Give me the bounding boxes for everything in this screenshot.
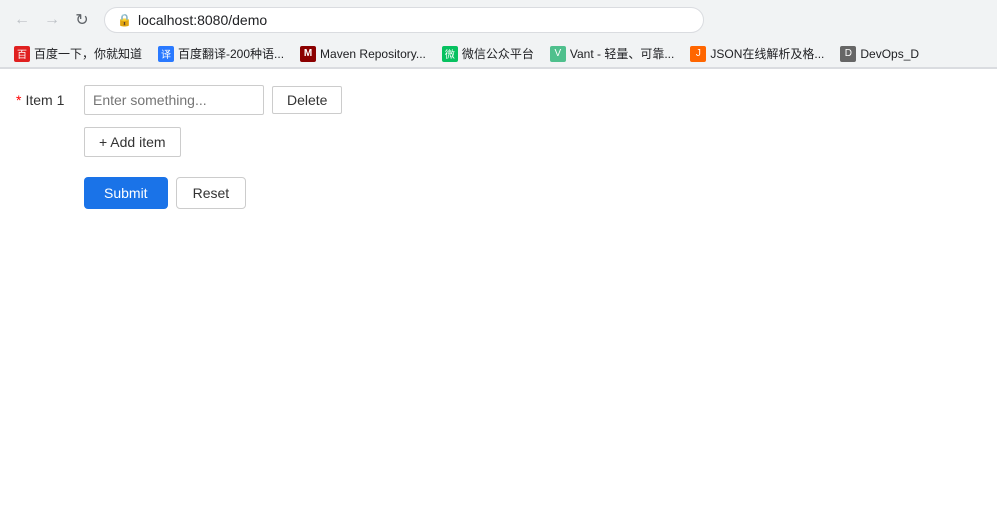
item-label: * Item 1 <box>16 92 76 108</box>
refresh-button[interactable]: ↻ <box>68 6 96 34</box>
bookmark-label: JSON在线解析及格... <box>710 45 824 62</box>
submit-button[interactable]: Submit <box>84 177 168 209</box>
bookmark-label: Maven Repository... <box>320 47 426 61</box>
bookmark-translate[interactable]: 译 百度翻译-200种语... <box>152 42 290 65</box>
bookmark-maven[interactable]: M Maven Repository... <box>294 43 432 65</box>
bookmark-favicon: J <box>690 46 706 62</box>
bookmark-favicon: V <box>550 46 566 62</box>
add-item-container: + Add item <box>84 127 981 157</box>
bookmark-label: 百度一下，你就知道 <box>34 45 142 62</box>
bookmark-label: Vant - 轻量、可靠... <box>570 45 674 62</box>
delete-button[interactable]: Delete <box>272 86 342 114</box>
bookmark-devops[interactable]: D DevOps_D <box>834 43 925 65</box>
bookmark-label: DevOps_D <box>860 47 919 61</box>
lock-icon: 🔒 <box>117 13 132 27</box>
reset-button[interactable]: Reset <box>176 177 247 209</box>
bookmarks-bar: 百 百度一下，你就知道 译 百度翻译-200种语... M Maven Repo… <box>0 40 997 68</box>
required-star: * <box>16 92 21 108</box>
bookmark-json[interactable]: J JSON在线解析及格... <box>684 42 830 65</box>
url-text: localhost:8080/demo <box>138 12 267 28</box>
add-item-button[interactable]: + Add item <box>84 127 181 157</box>
bookmark-label: 微信公众平台 <box>462 45 534 62</box>
item-label-text: Item 1 <box>25 92 64 108</box>
item-input[interactable] <box>84 85 264 115</box>
nav-buttons: ← → ↻ <box>8 6 96 34</box>
bookmark-wechat[interactable]: 微 微信公众平台 <box>436 42 540 65</box>
bookmark-baidu[interactable]: 百 百度一下，你就知道 <box>8 42 148 65</box>
item-row: * Item 1 Delete <box>16 85 981 115</box>
bookmark-favicon: D <box>840 46 856 62</box>
bookmark-favicon: 微 <box>442 46 458 62</box>
browser-chrome: ← → ↻ 🔒 localhost:8080/demo 百 百度一下，你就知道 … <box>0 0 997 69</box>
bookmark-label: 百度翻译-200种语... <box>178 45 284 62</box>
address-bar[interactable]: 🔒 localhost:8080/demo <box>104 7 704 33</box>
forward-button[interactable]: → <box>38 6 66 34</box>
action-buttons: Submit Reset <box>84 177 981 209</box>
browser-toolbar: ← → ↻ 🔒 localhost:8080/demo <box>0 0 997 40</box>
back-button[interactable]: ← <box>8 6 36 34</box>
bookmark-vant[interactable]: V Vant - 轻量、可靠... <box>544 42 680 65</box>
bookmark-favicon: 百 <box>14 46 30 62</box>
bookmark-favicon: M <box>300 46 316 62</box>
bookmark-favicon: 译 <box>158 46 174 62</box>
page-content: * Item 1 Delete + Add item Submit Reset <box>0 69 997 225</box>
